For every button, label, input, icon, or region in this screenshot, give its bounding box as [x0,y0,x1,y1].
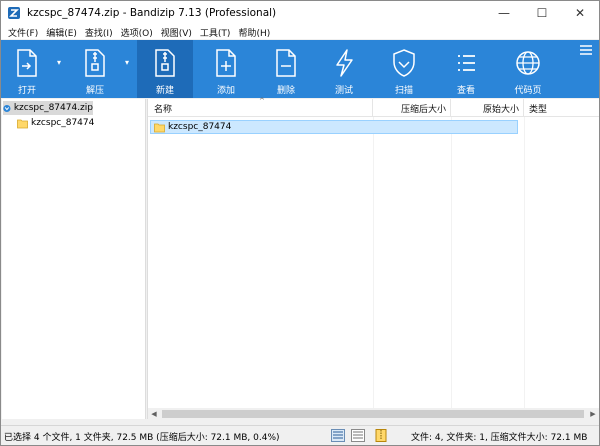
list-header: 名称 ^ 压缩后大小 原始大小 类型 [148,97,599,117]
delete-button[interactable]: 删除 [261,40,311,98]
column-original-size-label: 原始大小 [482,104,519,115]
extract-button[interactable]: 解压 [67,40,123,98]
sort-ascending-icon: ^ [259,97,265,105]
column-divider [451,117,452,408]
folder-icon [154,123,165,132]
lightning-icon [336,49,353,77]
toolbar: 打开 ▾ 解压 ▾ 新建 添加 删除 测试 扫描 查看 代码页 [1,40,599,98]
hamburger-menu-icon[interactable] [579,44,593,56]
column-divider [524,117,525,408]
close-button[interactable]: ✕ [561,1,599,25]
app-window: kzcspc_87474.zip - Bandizip 7.13 (Profes… [0,0,600,446]
open-label: 打开 [17,86,36,96]
view-label: 查看 [456,86,475,96]
new-button[interactable]: 新建 [137,40,193,98]
add-button[interactable]: 添加 [201,40,251,98]
scan-button[interactable]: 扫描 [379,40,429,98]
tree-item-label: kzcspc_87474 [31,118,95,128]
globe-icon [516,51,540,75]
column-packed-size-label: 压缩后大小 [400,104,446,115]
menu-view[interactable]: 视图(V) [157,26,196,39]
list-item[interactable]: kzcspc_87474 [150,120,518,134]
title-bar: kzcspc_87474.zip - Bandizip 7.13 (Profes… [1,1,599,25]
column-name[interactable]: 名称 ^ [148,97,373,117]
view-button[interactable]: 查看 [441,40,491,98]
details-view-icon[interactable] [331,429,345,442]
window-title: kzcspc_87474.zip - Bandizip 7.13 (Profes… [27,7,277,19]
horizontal-scrollbar[interactable]: ◀ ▶ [148,408,599,420]
list-view-icon[interactable] [351,429,365,442]
archive-status: 文件: 4, 文件夹: 1, 压缩文件大小: 72.1 MB [411,433,588,443]
delete-label: 删除 [276,86,295,96]
menu-file[interactable]: 文件(F) [4,26,42,39]
scroll-left-icon[interactable]: ◀ [148,408,160,420]
scrollbar-thumb[interactable] [162,410,584,418]
add-label: 添加 [216,86,235,96]
column-original-size[interactable]: 原始大小 [451,99,524,117]
menu-edit[interactable]: 编辑(E) [42,26,81,39]
menu-bar: 文件(F) 编辑(E) 查找(I) 选项(O) 视图(V) 工具(T) 帮助(H… [1,25,599,39]
column-type[interactable]: 类型 [524,99,599,117]
menu-help[interactable]: 帮助(H) [234,26,274,39]
open-icon [17,49,37,77]
minimize-button[interactable]: — [485,1,523,25]
menu-find[interactable]: 查找(I) [81,26,117,39]
column-divider [373,117,374,408]
test-button[interactable]: 测试 [319,40,369,98]
shield-icon [393,49,415,77]
column-type-label: 类型 [529,104,548,115]
folder-tree: kzcspc_87474.zip kzcspc_87474 [2,99,145,419]
codepage-label: 代码页 [514,86,542,96]
new-archive-icon [155,49,175,77]
new-label: 新建 [155,86,174,96]
column-name-label: 名称 [154,104,173,115]
test-label: 测试 [334,86,353,96]
add-file-icon [216,49,236,77]
selection-status: 已选择 4 个文件, 1 文件夹, 72.5 MB (压缩后大小: 72.1 M… [4,433,280,443]
extract-icon [85,49,105,77]
status-bar: 已选择 4 个文件, 1 文件夹, 72.5 MB (压缩后大小: 72.1 M… [1,425,599,445]
archive-icon [3,104,11,112]
tree-item-label: kzcspc_87474.zip [13,103,93,113]
delete-file-icon [276,49,296,77]
list-item-name: kzcspc_87474 [168,122,232,132]
scroll-right-icon[interactable]: ▶ [587,408,599,420]
scan-label: 扫描 [394,86,413,96]
tree-item-archive[interactable]: kzcspc_87474.zip [3,101,93,115]
folder-icon [17,119,28,128]
file-list: 名称 ^ 压缩后大小 原始大小 类型 kzcspc_87474 [148,97,599,408]
codepage-button[interactable]: 代码页 [501,40,555,98]
extract-dropdown-icon[interactable]: ▾ [125,58,129,67]
maximize-button[interactable]: ☐ [523,1,561,25]
menu-options[interactable]: 选项(O) [117,26,157,39]
column-packed-size[interactable]: 压缩后大小 [373,99,451,117]
menu-tools[interactable]: 工具(T) [196,26,235,39]
bandizip-app-icon [8,7,20,19]
tree-item-folder[interactable]: kzcspc_87474 [17,116,94,130]
open-dropdown-icon[interactable]: ▾ [57,58,61,67]
archive-info-icon[interactable] [374,429,388,442]
open-button[interactable]: 打开 [1,40,53,98]
extract-label: 解压 [85,86,104,96]
list-view-icon [458,55,475,71]
